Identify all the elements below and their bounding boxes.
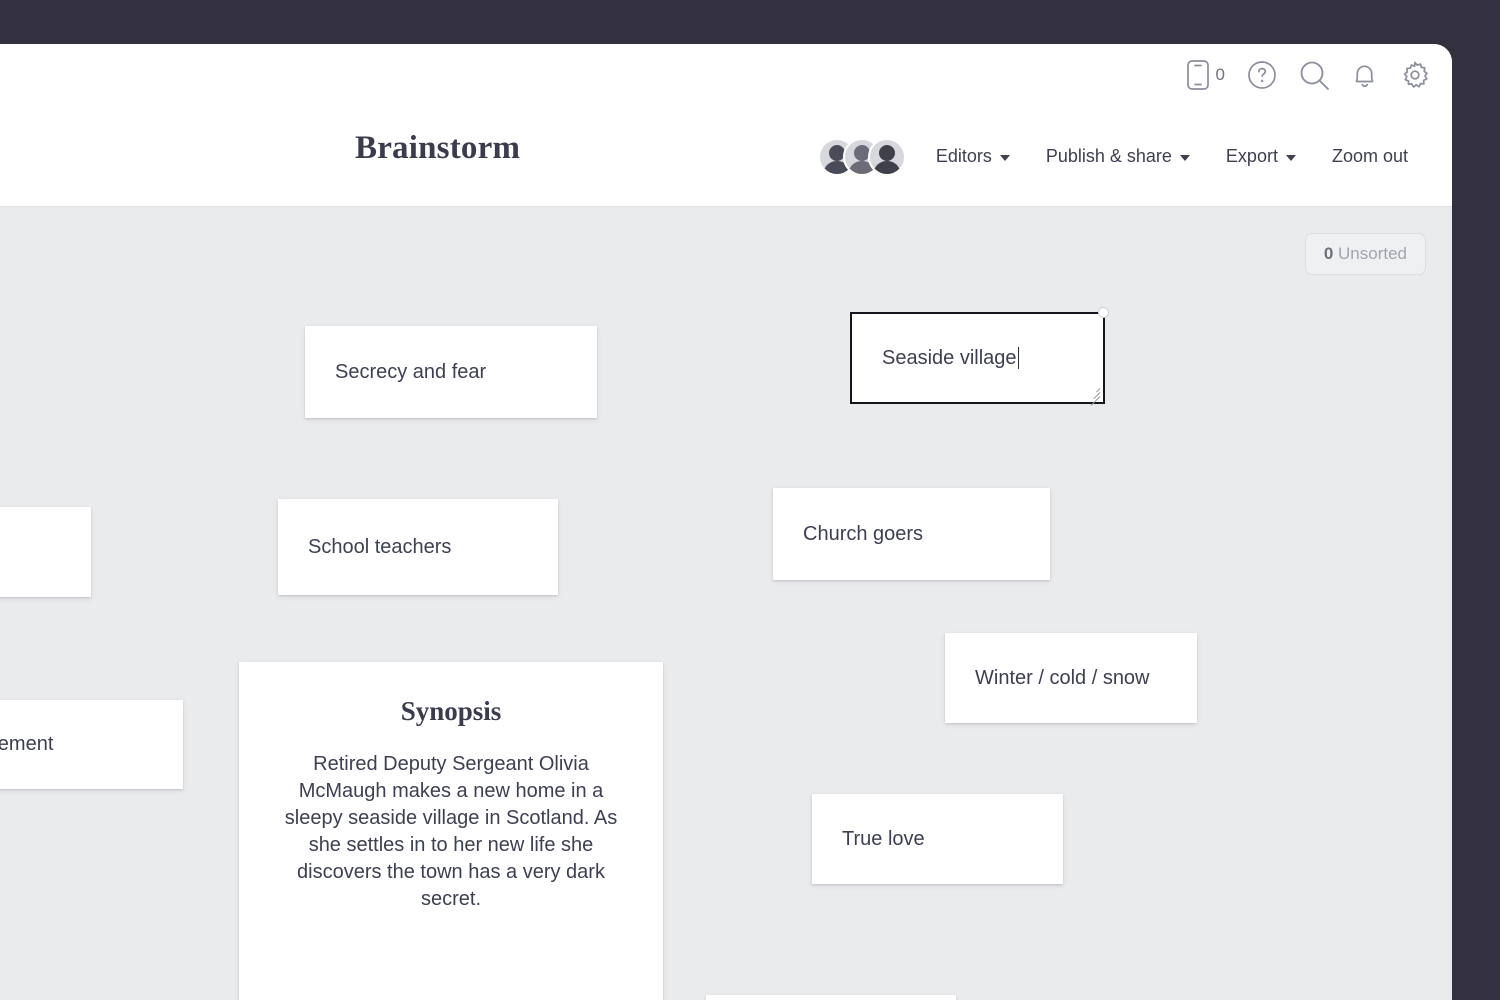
list-item[interactable]: Young boy (706, 995, 956, 1000)
list-item[interactable]: Winter / cold / snow (945, 633, 1197, 723)
rotate-handle[interactable] (1098, 307, 1109, 318)
editor-avatars[interactable] (817, 137, 906, 176)
help-button[interactable] (1247, 60, 1277, 90)
app-window: 0 Brainstorm Editors Publish & share Exp… (0, 44, 1452, 1000)
question-circle-icon (1247, 60, 1277, 90)
settings-button[interactable] (1400, 60, 1430, 90)
zoom-out-label: Zoom out (1331, 146, 1408, 166)
header-bar: Brainstorm Editors Publish & share Expor… (0, 106, 1452, 207)
text-cursor (1017, 347, 1020, 369)
board-canvas[interactable]: 0 Unsorted Secrecy and fear Seaside vill… (0, 207, 1452, 1000)
list-item[interactable]: Church goers (773, 488, 1050, 580)
export-label: Export (1225, 146, 1278, 166)
list-item[interactable]: d excitement (0, 700, 183, 789)
card-label: True love (842, 827, 925, 850)
list-item[interactable] (0, 507, 91, 597)
unsorted-label: Unsorted (1338, 244, 1407, 263)
list-item[interactable]: Secrecy and fear (305, 326, 597, 418)
page-title: Brainstorm (355, 130, 521, 166)
device-preview-button[interactable]: 0 (1186, 60, 1225, 90)
card-label[interactable]: Seaside village (852, 344, 1049, 373)
notifications-button[interactable] (1352, 60, 1378, 90)
export-menu[interactable]: Export (1208, 146, 1314, 167)
search-icon (1299, 60, 1330, 91)
device-count-label: 0 (1215, 65, 1225, 84)
top-icon-bar: 0 (0, 44, 1452, 106)
editors-menu[interactable]: Editors (918, 146, 1028, 167)
unsorted-count: 0 (1323, 244, 1334, 263)
mobile-device-icon (1186, 60, 1209, 90)
list-item[interactable]: True love (812, 794, 1063, 884)
chevron-down-icon (999, 154, 1010, 161)
card-label-text: Seaside village (882, 346, 1017, 369)
search-button[interactable] (1299, 60, 1330, 91)
editors-label: Editors (935, 146, 992, 166)
resize-handle[interactable] (1086, 385, 1101, 407)
header-actions: Editors Publish & share Export Zoom out (817, 106, 1426, 207)
synopsis-card[interactable]: Synopsis Retired Deputy Sergeant Olivia … (239, 662, 663, 1000)
card-label: Secrecy and fear (335, 360, 487, 383)
chevron-down-icon (1179, 154, 1190, 161)
publish-share-menu[interactable]: Publish & share (1028, 146, 1208, 167)
bell-icon (1352, 60, 1378, 90)
card-label: Winter / cold / snow (975, 666, 1150, 689)
card-label: School teachers (308, 535, 452, 558)
unsorted-badge[interactable]: 0 Unsorted (1304, 233, 1426, 275)
publish-share-label: Publish & share (1045, 146, 1172, 166)
list-item-selected[interactable]: Seaside village (850, 307, 1109, 407)
zoom-out-button[interactable]: Zoom out (1314, 146, 1426, 167)
list-item[interactable]: School teachers (278, 499, 558, 595)
synopsis-title: Synopsis (400, 696, 502, 726)
gear-icon (1400, 60, 1430, 90)
card-label: Church goers (803, 522, 924, 545)
card-label: d excitement (0, 733, 54, 755)
synopsis-body: Retired Deputy Sergeant Olivia McMaugh m… (284, 753, 618, 910)
chevron-down-icon (1285, 154, 1296, 161)
avatar[interactable] (867, 137, 906, 176)
